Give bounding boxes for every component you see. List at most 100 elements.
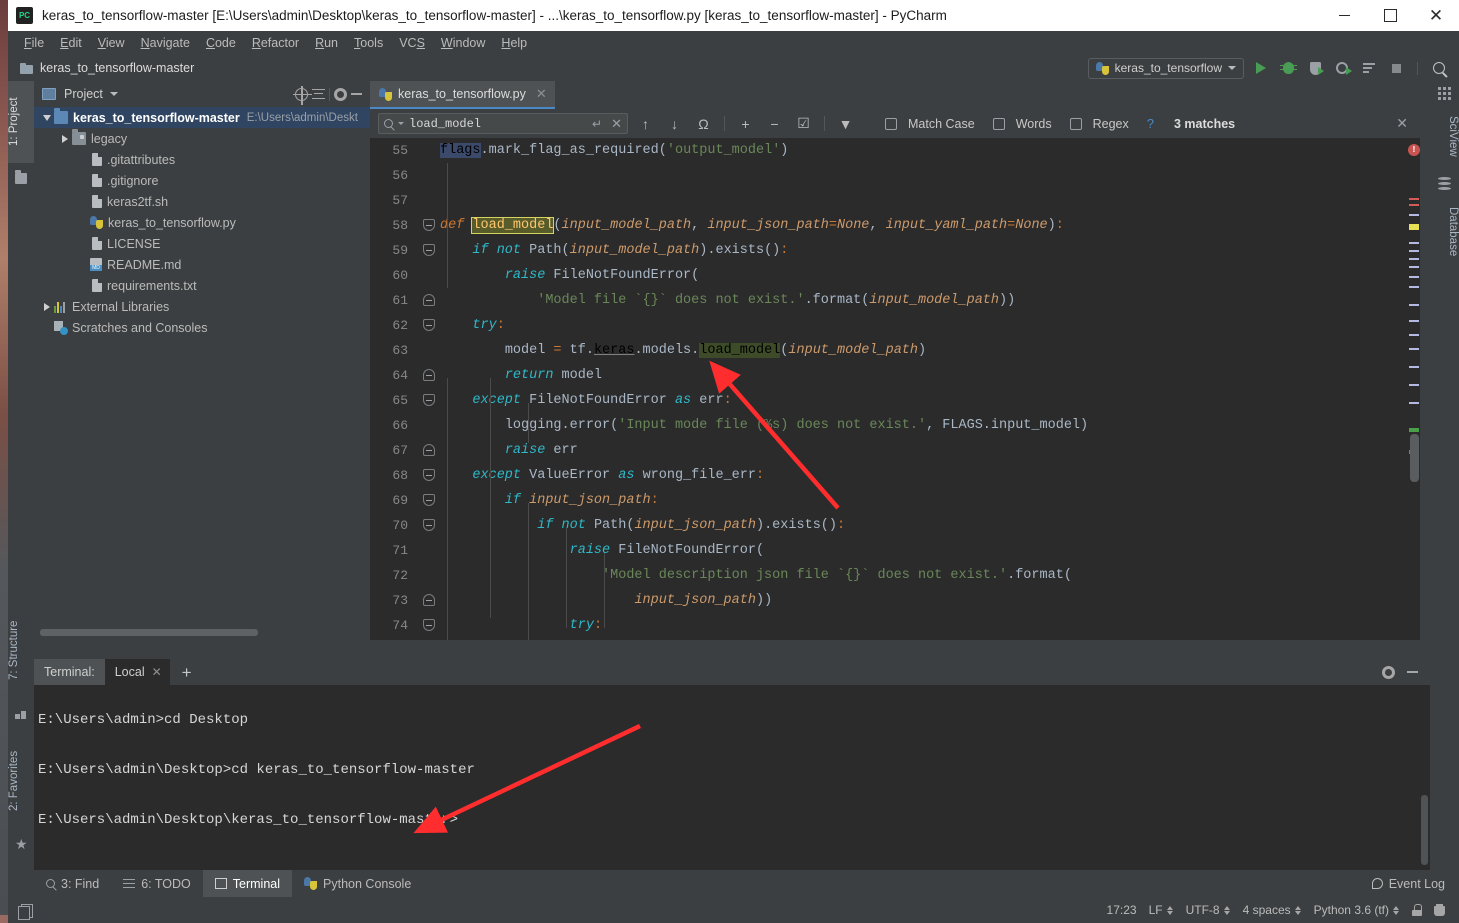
regex-checkbox[interactable] xyxy=(1069,117,1082,130)
new-terminal-button[interactable]: + xyxy=(170,664,204,681)
terminal-scrollbar[interactable] xyxy=(1421,795,1428,865)
fold-start-icon[interactable] xyxy=(418,488,440,513)
code-editor[interactable]: 55 flags.mark_flag_as_required('output_mo… xyxy=(370,138,1420,640)
fold-end-icon[interactable] xyxy=(418,363,440,388)
tree-item-legacy[interactable]: legacy xyxy=(34,128,370,149)
sidebar-tab-database[interactable]: Database xyxy=(1430,195,1459,269)
bottom-tab-python-console[interactable]: Python Console xyxy=(292,870,423,897)
fold-start-icon[interactable] xyxy=(418,613,440,638)
sidebar-tab-project[interactable]: 1: Project xyxy=(8,81,34,163)
chevron-down-icon[interactable] xyxy=(40,111,54,125)
run-coverage-button[interactable] xyxy=(1305,58,1325,78)
project-hscrollbar[interactable] xyxy=(40,629,258,636)
tree-item-keras-to-tensorflow-master[interactable]: keras_to_tensorflow-master E:\Users\admin… xyxy=(34,107,370,128)
find-all-occurrences-icon[interactable]: Ω xyxy=(692,112,715,135)
code-line[interactable]: 59 if not Path(input_model_path).exists(… xyxy=(370,238,1420,263)
error-badge-icon[interactable]: ! xyxy=(1408,144,1420,156)
menu-edit[interactable]: Edit xyxy=(52,34,90,52)
status-memory[interactable] xyxy=(1428,904,1451,916)
menu-navigate[interactable]: Navigate xyxy=(133,34,198,52)
structure-icon[interactable] xyxy=(15,709,27,720)
find-previous-button[interactable]: ↑ xyxy=(634,112,657,135)
code-line[interactable]: 56 xyxy=(370,163,1420,188)
menu-file[interactable]: File xyxy=(16,34,52,52)
hide-panel-icon[interactable] xyxy=(1407,671,1418,673)
enter-icon[interactable]: ↵ xyxy=(592,117,602,131)
clear-search-icon[interactable]: ✕ xyxy=(611,116,622,132)
code-line[interactable]: 61 'Model file `{}` does not exist.'.for… xyxy=(370,288,1420,313)
menu-help[interactable]: Help xyxy=(493,34,535,52)
status-indent[interactable]: 4 spaces xyxy=(1237,903,1308,917)
hide-panel-icon[interactable] xyxy=(351,93,362,95)
menu-run[interactable]: Run xyxy=(307,34,346,52)
sidebar-tab-structure[interactable]: 7: Structure xyxy=(8,601,34,699)
chevron-right-icon[interactable] xyxy=(40,300,54,314)
fold-start-icon[interactable] xyxy=(418,213,440,238)
sidebar-tab-favorites[interactable]: 2: Favorites xyxy=(8,731,34,831)
code-line[interactable]: 64 return model xyxy=(370,363,1420,388)
code-line[interactable]: 62 try: xyxy=(370,313,1420,338)
terminal-output[interactable]: E:\Users\admin>cd Desktop E:\Users\admin\… xyxy=(34,685,1430,870)
code-line[interactable]: 60 raise FileNotFoundError( xyxy=(370,263,1420,288)
tree-item-requirements-txt[interactable]: requirements.txt xyxy=(34,275,370,296)
code-line[interactable]: 57 xyxy=(370,188,1420,213)
menu-vcs[interactable]: VCS xyxy=(391,34,433,52)
close-find-bar-icon[interactable]: ✕ xyxy=(1396,115,1412,132)
menu-window[interactable]: Window xyxy=(433,34,493,52)
tree-item-keras-to-tensorflow-py[interactable]: keras_to_tensorflow.py xyxy=(34,212,370,233)
code-line[interactable]: 58 def load_model(input_model_path, input… xyxy=(370,213,1420,238)
fold-start-icon[interactable] xyxy=(418,313,440,338)
words-checkbox[interactable] xyxy=(992,117,1005,130)
run-configuration-selector[interactable]: keras_to_tensorflow xyxy=(1087,57,1244,79)
menu-tools[interactable]: Tools xyxy=(346,34,391,52)
stop-button[interactable] xyxy=(1386,58,1406,78)
maximize-button[interactable] xyxy=(1367,0,1413,31)
bottom-tab-find[interactable]: 3: Find xyxy=(34,870,111,897)
chevron-down-icon[interactable] xyxy=(109,92,118,96)
close-icon[interactable]: ✕ xyxy=(536,86,547,102)
code-line[interactable]: 68 except ValueError as wrong_file_err: xyxy=(370,463,1420,488)
menu-code[interactable]: Code xyxy=(198,34,244,52)
profile-button[interactable] xyxy=(1332,58,1352,78)
folder-icon[interactable] xyxy=(15,170,27,184)
menu-refactor[interactable]: Refactor xyxy=(244,34,307,52)
remove-occurrence-icon[interactable]: − xyxy=(763,112,786,135)
sciview-icon[interactable] xyxy=(1438,87,1451,100)
menu-view[interactable]: View xyxy=(90,34,133,52)
find-input[interactable]: load_model ↵ ✕ xyxy=(378,113,628,134)
sidebar-tab-sciview[interactable]: SciView xyxy=(1430,105,1459,167)
minimize-button[interactable] xyxy=(1321,0,1367,31)
tree-item-gitignore[interactable]: .gitignore xyxy=(34,170,370,191)
fold-start-icon[interactable] xyxy=(418,238,440,263)
collapse-all-icon[interactable] xyxy=(312,88,325,101)
toggle-tool-windows-icon[interactable] xyxy=(18,903,42,920)
breadcrumb[interactable]: keras_to_tensorflow-master xyxy=(40,61,194,75)
fold-end-icon[interactable] xyxy=(418,288,440,313)
project-tree[interactable]: keras_to_tensorflow-master E:\Users\admin… xyxy=(34,107,370,631)
scroll-from-source-icon[interactable] xyxy=(293,85,312,105)
gear-icon[interactable] xyxy=(334,87,347,101)
find-next-button[interactable]: ↓ xyxy=(663,112,686,135)
gear-icon[interactable] xyxy=(1382,665,1395,679)
run-with-console-button[interactable] xyxy=(1359,58,1379,78)
fold-start-icon[interactable] xyxy=(418,513,440,538)
close-button[interactable]: ✕ xyxy=(1413,0,1459,31)
tree-item-gitattributes[interactable]: .gitattributes xyxy=(34,149,370,170)
code-line[interactable]: 63 model = tf.keras.models.load_model(in… xyxy=(370,338,1420,363)
fold-end-icon[interactable] xyxy=(418,588,440,613)
bottom-tab-todo[interactable]: 6: TODO xyxy=(111,870,203,897)
event-log-button[interactable]: Event Log xyxy=(1371,877,1445,891)
tree-item-external-libraries[interactable]: External Libraries xyxy=(34,296,370,317)
error-stripe[interactable]: ! xyxy=(1408,138,1420,640)
fold-start-icon[interactable] xyxy=(418,463,440,488)
select-all-occurrences-icon[interactable]: + xyxy=(734,112,757,135)
status-encoding[interactable]: UTF-8 xyxy=(1180,903,1237,917)
editor-vertical-scrollbar[interactable] xyxy=(1410,434,1419,482)
search-everywhere-button[interactable] xyxy=(1429,58,1449,78)
database-icon[interactable] xyxy=(1438,177,1451,190)
filter-icon[interactable]: ▼ xyxy=(834,112,857,135)
match-case-checkbox[interactable] xyxy=(885,117,897,130)
debug-button[interactable] xyxy=(1278,58,1298,78)
status-interpreter[interactable]: Python 3.6 (tf) xyxy=(1308,903,1406,917)
star-icon[interactable]: ★ xyxy=(15,837,28,851)
